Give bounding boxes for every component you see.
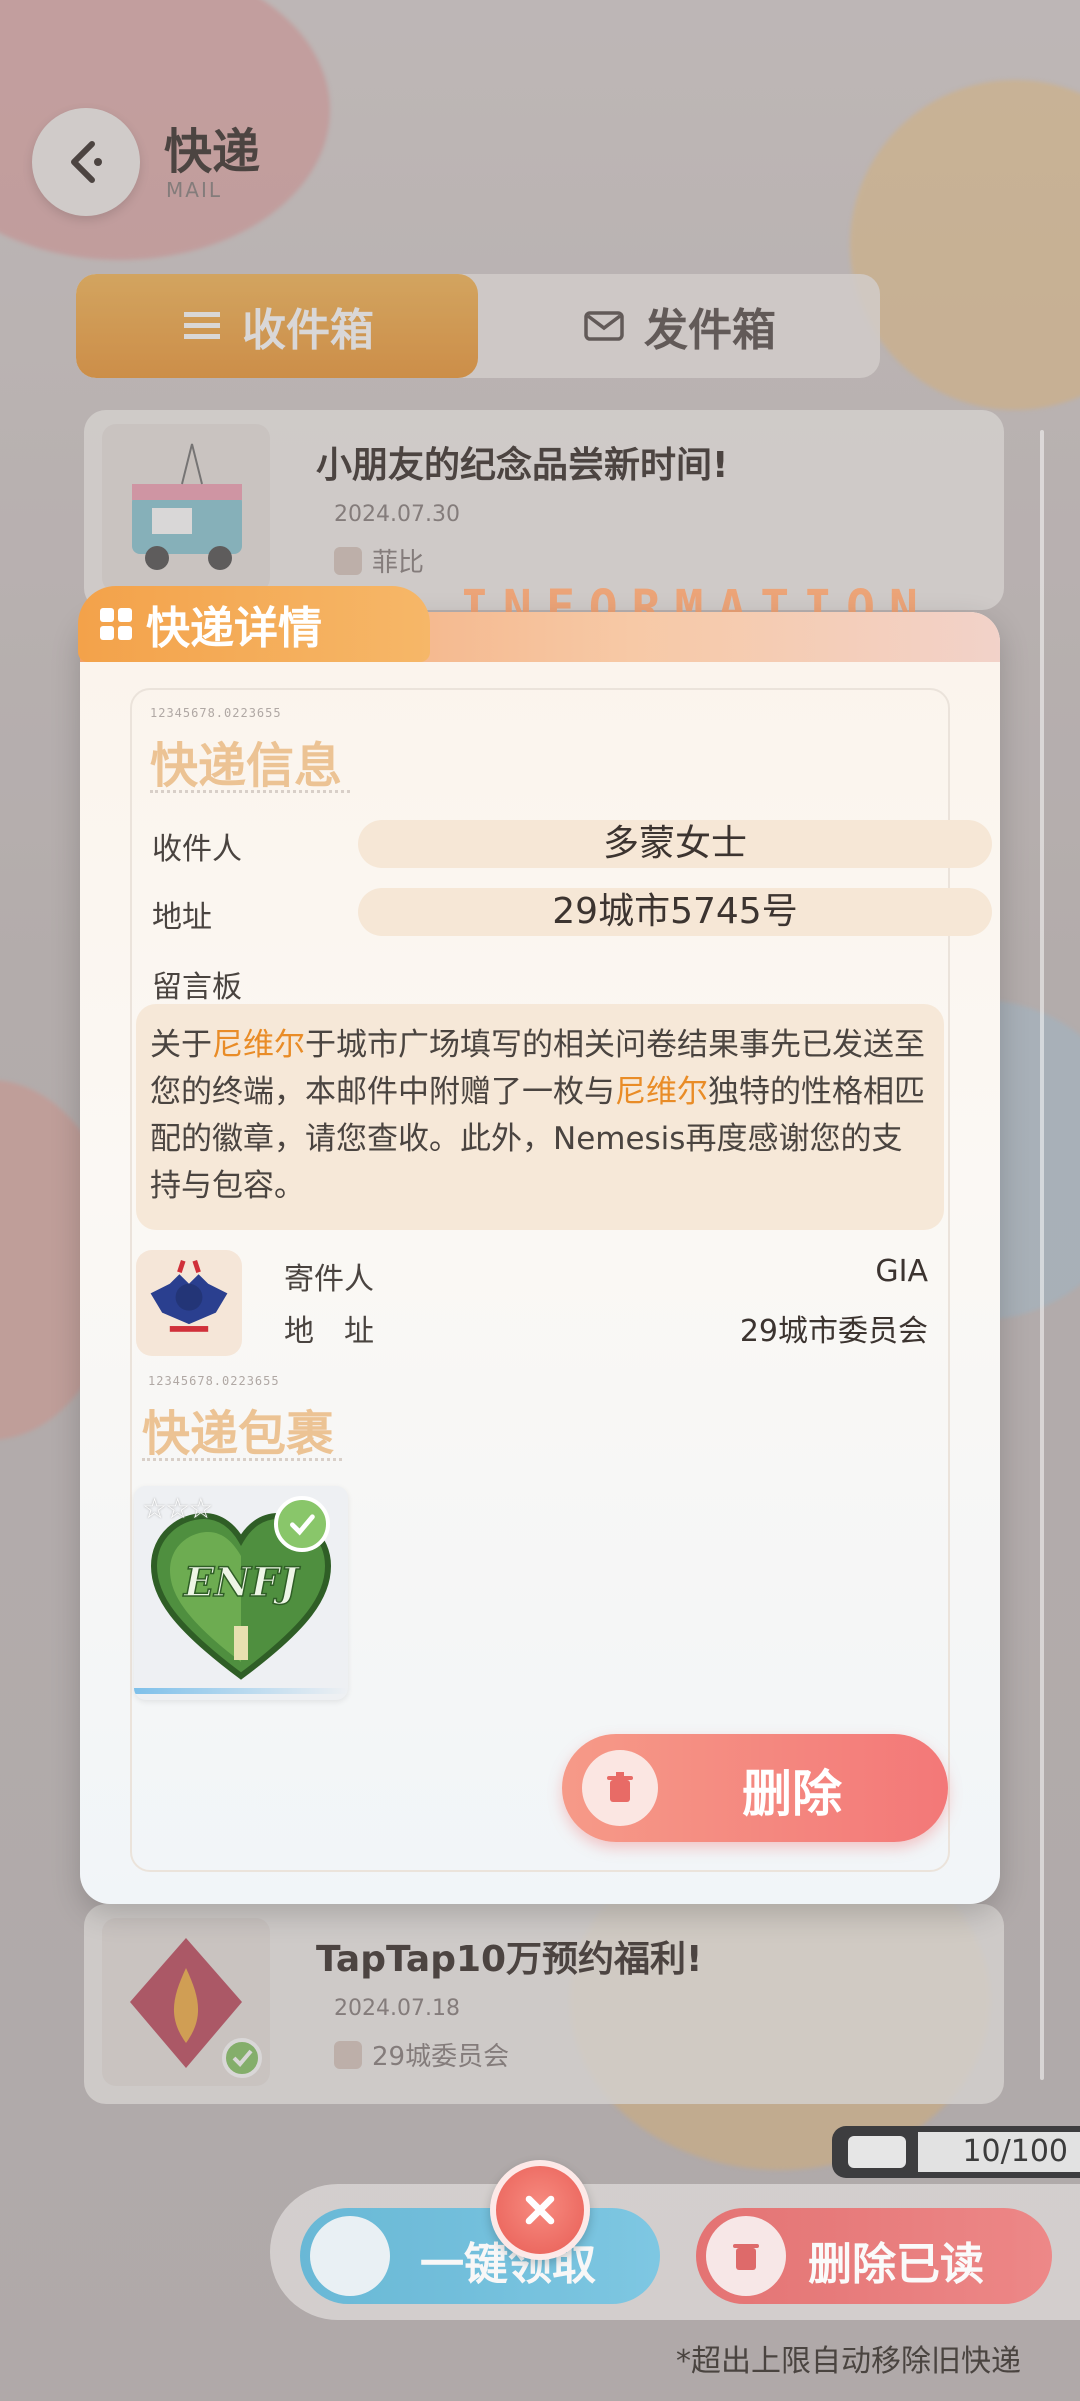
message-highlight: 尼维尔 <box>212 1027 305 1063</box>
rarity-stars: ☆☆☆ <box>142 1492 213 1525</box>
close-button[interactable] <box>490 2160 590 2260</box>
capacity-text: 10/100 <box>962 2134 1068 2169</box>
address-value: 29城市5745号 <box>358 888 992 936</box>
message-text: 关于 <box>150 1027 212 1063</box>
delete-button[interactable]: 删除 <box>562 1734 948 1842</box>
dialog-header-tab: 快递详情 <box>78 586 430 662</box>
sender-logo <box>136 1250 242 1356</box>
delete-button-label: 删除 <box>742 1765 842 1823</box>
mail-detail-dialog: 12345678.0223655 快递信息 收件人 多蒙女士 地址 29城市57… <box>80 612 1000 1904</box>
list-scrollbar[interactable] <box>1040 430 1044 2080</box>
claim-icon <box>310 2216 390 2296</box>
divider <box>142 1458 342 1461</box>
message-board-label: 留言板 <box>152 970 242 1005</box>
message-board: 关于尼维尔于城市广场填写的相关问卷结果事先已发送至您的终端，本邮件中附赠了一枚与… <box>136 1004 944 1230</box>
trash-icon <box>706 2216 786 2296</box>
badge-text: ENFJ <box>183 1559 301 1606</box>
recipient-value: 多蒙女士 <box>358 820 992 868</box>
close-icon <box>525 2195 555 2225</box>
recipient-label: 收件人 <box>152 832 242 867</box>
envelope-icon <box>848 2136 906 2168</box>
item-strip <box>134 1688 348 1694</box>
info-section-title: 快递信息 <box>150 738 343 794</box>
trash-icon <box>582 1750 658 1826</box>
package-section-title: 快递包裹 <box>142 1406 335 1462</box>
divider <box>150 790 350 793</box>
dialog-title: 快递详情 <box>146 603 322 654</box>
claimed-check-icon <box>274 1496 330 1552</box>
message-highlight: 尼维尔 <box>615 1074 708 1110</box>
sender-value: GIA <box>875 1254 928 1289</box>
grid-icon <box>100 608 132 640</box>
address-label: 地址 <box>152 900 212 935</box>
package-item[interactable]: ENFJ ☆☆☆ <box>134 1486 348 1700</box>
delete-read-button[interactable]: 删除已读 <box>696 2208 1052 2304</box>
capacity-footnote: *超出上限自动移除旧快递 <box>676 2344 1021 2379</box>
mailbox-capacity: 10/100 <box>832 2126 1080 2178</box>
sender-address-label: 地 址 <box>284 1314 374 1349</box>
delete-read-label: 删除已读 <box>808 2239 984 2290</box>
serial-code: 12345678.0223655 <box>150 706 282 720</box>
sender-label: 寄件人 <box>284 1262 374 1297</box>
sender-address-value: 29城市委员会 <box>739 1314 928 1349</box>
claim-all-button[interactable]: 一键领取 <box>300 2208 660 2304</box>
serial-code: 12345678.0223655 <box>148 1374 280 1388</box>
